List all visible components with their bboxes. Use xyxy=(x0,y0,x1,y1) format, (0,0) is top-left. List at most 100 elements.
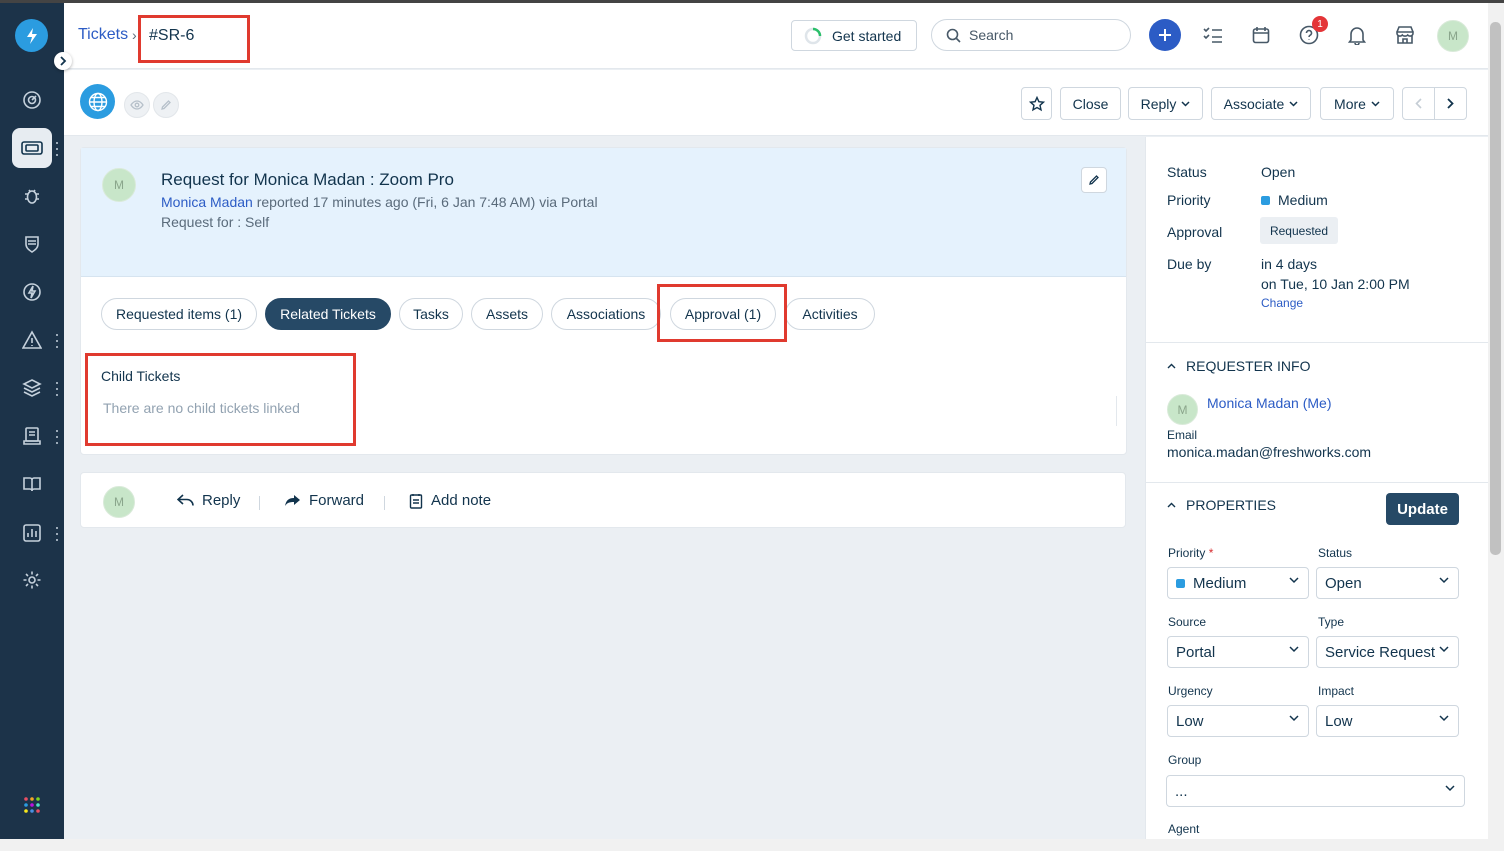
type-field-label: Type xyxy=(1318,615,1345,629)
marketplace-store-icon[interactable] xyxy=(1393,23,1417,47)
add-note-button[interactable]: Add note xyxy=(409,492,491,509)
tickets-icon[interactable] xyxy=(12,128,52,168)
calendar-icon[interactable] xyxy=(1249,23,1273,47)
forward-button[interactable]: Forward xyxy=(284,492,364,509)
tab-tasks[interactable]: Tasks xyxy=(399,298,463,330)
requester-link[interactable]: Monica Madan xyxy=(161,194,253,210)
group-select-value: ... xyxy=(1175,782,1188,800)
status-label: Status xyxy=(1167,164,1207,180)
chevron-up-icon xyxy=(1167,502,1176,508)
reply-dropdown-button[interactable]: Reply xyxy=(1128,87,1203,120)
purchase-orders-icon[interactable] xyxy=(12,416,52,456)
purchase-more-icon[interactable] xyxy=(55,430,59,444)
releases-bolt-icon[interactable] xyxy=(12,272,52,312)
requester-info-title: REQUESTER INFO xyxy=(1186,358,1311,374)
chevron-down-icon xyxy=(1439,577,1449,584)
star-favorite-button[interactable] xyxy=(1021,87,1052,120)
chevron-down-icon xyxy=(1439,646,1449,653)
agent-field-label: Agent xyxy=(1168,822,1200,836)
urgency-field-label: Urgency xyxy=(1168,684,1213,698)
chevron-up-icon xyxy=(1167,363,1176,369)
solutions-book-icon[interactable] xyxy=(12,464,52,504)
highlight-box-approval-tab xyxy=(657,284,787,342)
alerts-more-icon[interactable] xyxy=(55,334,59,348)
source-select[interactable]: Portal xyxy=(1167,636,1309,668)
priority-color-swatch xyxy=(1261,196,1270,205)
approval-label: Approval xyxy=(1167,224,1223,240)
plus-icon xyxy=(1159,29,1171,41)
group-select[interactable]: ... xyxy=(1166,775,1465,807)
impact-select-value: Low xyxy=(1325,712,1353,730)
assets-layers-icon[interactable] xyxy=(12,368,52,408)
next-ticket-button[interactable] xyxy=(1434,87,1467,120)
source-select-value: Portal xyxy=(1176,643,1216,661)
forward-arrow-icon xyxy=(285,495,300,506)
breadcrumb-tickets[interactable]: Tickets xyxy=(78,26,128,44)
watchers-eye-icon[interactable] xyxy=(124,92,150,118)
horizontal-scrollbar[interactable] xyxy=(0,839,1504,851)
todo-checklist-icon[interactable] xyxy=(1201,23,1225,47)
tab-associations[interactable]: Associations xyxy=(551,298,661,330)
update-button[interactable]: Update xyxy=(1386,493,1459,525)
requester-info-avatar: M xyxy=(1167,394,1198,425)
priority-value: Medium xyxy=(1278,192,1328,208)
freshservice-logo-icon[interactable] xyxy=(15,19,48,52)
close-ticket-button[interactable]: Close xyxy=(1060,87,1121,120)
chevron-right-icon xyxy=(1447,98,1454,109)
urgency-select-value: Low xyxy=(1176,712,1204,730)
progress-ring-icon xyxy=(804,27,822,44)
agent-avatar: M xyxy=(103,486,135,518)
previous-ticket-button[interactable] xyxy=(1402,87,1435,120)
urgency-select[interactable]: Low xyxy=(1167,705,1309,737)
tab-assets[interactable]: Assets xyxy=(471,298,543,330)
app-switcher-grid-icon[interactable] xyxy=(12,785,52,825)
breadcrumb-separator: › xyxy=(132,27,137,43)
admin-gear-icon[interactable] xyxy=(12,560,52,600)
star-icon xyxy=(1028,95,1045,111)
get-started-button[interactable]: Get started xyxy=(791,20,917,51)
reports-more-icon[interactable] xyxy=(55,527,59,541)
chevron-down-icon xyxy=(1289,100,1298,107)
properties-toggle[interactable]: PROPERTIES xyxy=(1167,497,1276,513)
separator xyxy=(259,496,260,510)
due-by-date: on Tue, 10 Jan 2:00 PM xyxy=(1261,276,1410,292)
tab-requested-items[interactable]: Requested items (1) xyxy=(101,298,257,330)
associate-dropdown-button[interactable]: Associate xyxy=(1211,87,1311,120)
ticket-properties-panel: Status Open Priority Medium Approval Req… xyxy=(1145,137,1489,839)
ticket-header: M Request for Monica Madan : Zoom Pro Mo… xyxy=(81,148,1126,277)
reply-button[interactable]: Reply xyxy=(177,492,240,509)
status-select[interactable]: Open xyxy=(1316,567,1459,599)
problems-bug-icon[interactable] xyxy=(12,176,52,216)
requester-info-toggle[interactable]: REQUESTER INFO xyxy=(1167,358,1310,374)
assets-more-icon[interactable] xyxy=(55,382,59,396)
tab-activities[interactable]: Activities xyxy=(785,298,875,330)
top-header: Tickets › #SR-6 Get started Search 1 M xyxy=(64,3,1488,69)
sidebar-expand-chevron-icon[interactable] xyxy=(54,52,72,70)
search-placeholder: Search xyxy=(969,27,1014,43)
search-icon xyxy=(946,28,961,43)
changes-shield-icon[interactable] xyxy=(12,224,52,264)
notifications-bell-icon[interactable] xyxy=(1345,23,1369,47)
new-item-plus-button[interactable] xyxy=(1149,19,1181,51)
ticket-reported-line: Monica Madan reported 17 minutes ago (Fr… xyxy=(161,194,598,210)
tickets-more-icon[interactable] xyxy=(55,142,59,156)
reports-chart-icon[interactable] xyxy=(12,513,52,553)
change-due-date-link[interactable]: Change xyxy=(1261,296,1303,310)
pencil-icon xyxy=(1089,175,1099,185)
impact-select[interactable]: Low xyxy=(1316,705,1459,737)
collaborator-pencil-icon[interactable] xyxy=(153,92,179,118)
user-avatar[interactable]: M xyxy=(1437,20,1469,52)
priority-select-value: Medium xyxy=(1193,574,1247,592)
tab-related-tickets[interactable]: Related Tickets xyxy=(265,298,391,330)
vertical-scrollbar-thumb[interactable] xyxy=(1490,22,1501,555)
type-select[interactable]: Service Request xyxy=(1316,636,1459,668)
alerts-warning-icon[interactable] xyxy=(12,320,52,360)
requester-name-link[interactable]: Monica Madan (Me) xyxy=(1207,395,1332,411)
requester-email: monica.madan@freshworks.com xyxy=(1167,444,1372,460)
more-dropdown-button[interactable]: More xyxy=(1320,87,1394,120)
search-input[interactable]: Search xyxy=(931,19,1131,51)
dashboard-icon[interactable] xyxy=(12,80,52,120)
priority-select[interactable]: Medium xyxy=(1167,567,1309,599)
help-notification-badge: 1 xyxy=(1312,16,1328,32)
edit-ticket-button[interactable] xyxy=(1081,167,1107,193)
